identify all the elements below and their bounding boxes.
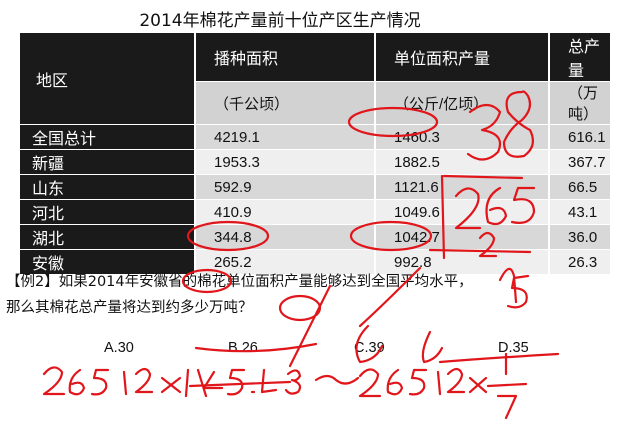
ink-265-5 [510, 186, 536, 224]
ink-eq-2 [42, 366, 66, 396]
ink-15 [498, 267, 530, 309]
ink-line-bottom [428, 248, 532, 254]
ink-slash [358, 266, 422, 328]
ink-eq-265-2 [358, 367, 466, 398]
ink-line-top [442, 174, 524, 180]
ink-eq-times [160, 376, 182, 394]
ink-eq-times-2 [468, 376, 488, 394]
handwritten-annotations [42, 90, 560, 420]
circle-992-8 [349, 220, 433, 252]
ink-underline-2 [438, 352, 560, 364]
ink-eq-5 [90, 368, 110, 396]
ink-division-bar [440, 174, 446, 260]
ink-eq-6 [68, 368, 86, 396]
ink-digit-8 [502, 90, 535, 158]
ink-digit-3 [466, 103, 502, 161]
ink-eq-strike [188, 380, 292, 388]
ink-265 [454, 187, 482, 230]
ink-mark [355, 324, 384, 364]
circle-anhui [181, 268, 233, 294]
circle-265-2 [186, 220, 270, 252]
ink-eq-12 [122, 367, 154, 396]
circle-1460-3 [347, 106, 439, 138]
ink-2 [478, 231, 498, 258]
ink-265-6 [485, 186, 508, 226]
ink-approx [314, 374, 360, 385]
ink-mark-2 [421, 330, 444, 364]
ink-fraction-1-7 [486, 352, 528, 420]
